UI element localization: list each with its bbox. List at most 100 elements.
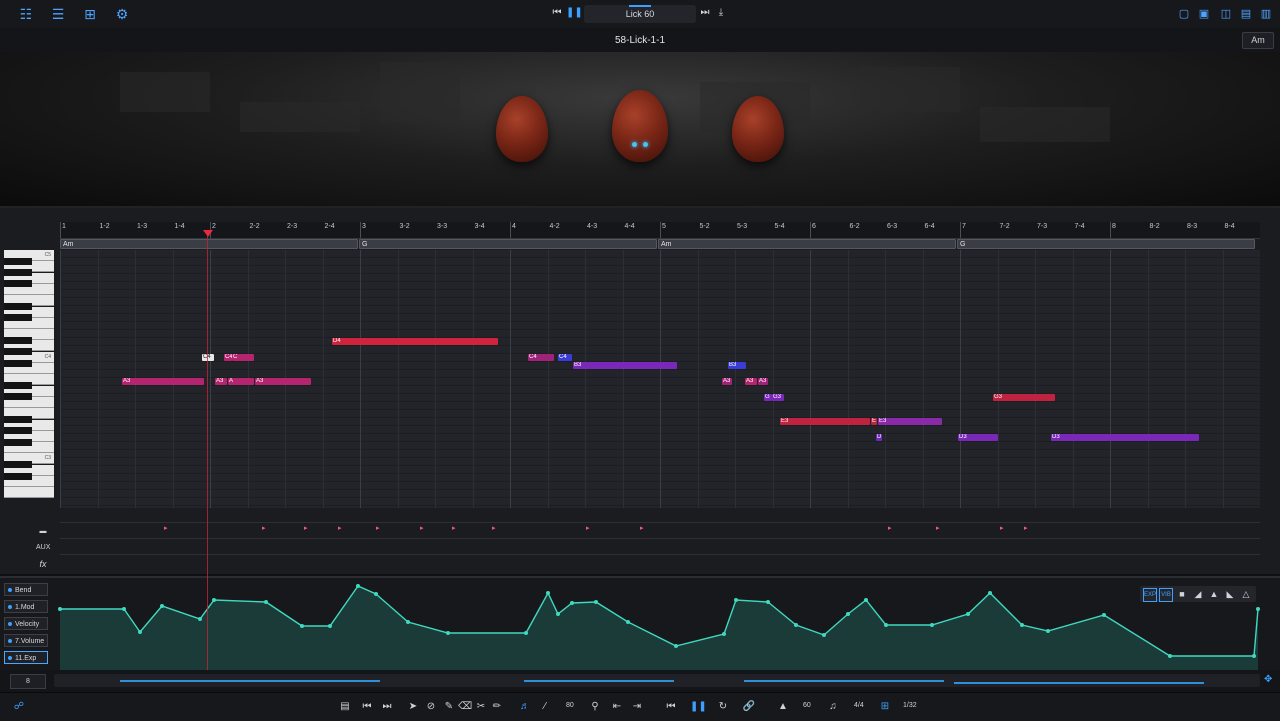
- black-key[interactable]: [4, 382, 32, 390]
- white-key[interactable]: [4, 487, 54, 499]
- square-shape-icon[interactable]: ■: [1176, 588, 1188, 600]
- ramp-shape-icon[interactable]: ◢: [1192, 588, 1204, 600]
- view-4-icon[interactable]: ▤: [1238, 6, 1254, 22]
- midi-note[interactable]: A3: [722, 378, 732, 385]
- pointer-tool-icon[interactable]: ➤: [406, 700, 420, 714]
- metronome-icon[interactable]: ▲: [776, 700, 790, 714]
- rewind-icon[interactable]: ⏮: [664, 700, 678, 714]
- midi-note[interactable]: D4: [332, 338, 498, 345]
- articulation-lane[interactable]: [60, 522, 1260, 538]
- midi-note[interactable]: E: [871, 418, 877, 425]
- midi-note[interactable]: E3: [878, 418, 942, 425]
- midi-note[interactable]: C4: [224, 354, 232, 361]
- curve-point[interactable]: [198, 617, 202, 621]
- curve-point[interactable]: [58, 607, 62, 611]
- next-icon[interactable]: ⏭: [380, 700, 394, 714]
- curve-point[interactable]: [1102, 613, 1106, 617]
- midi-note[interactable]: C: [232, 354, 254, 361]
- midi-note[interactable]: C4: [202, 354, 214, 361]
- vib-tool-button[interactable]: VIB: [1159, 588, 1173, 602]
- lick-name-field[interactable]: Lick 60: [584, 5, 696, 23]
- articulation-marker[interactable]: ▸: [888, 525, 894, 532]
- midi-note[interactable]: D3: [958, 434, 998, 441]
- curve-point[interactable]: [300, 624, 304, 628]
- chord-block[interactable]: G: [957, 239, 1255, 249]
- curve-point[interactable]: [122, 607, 126, 611]
- piano-keyboard[interactable]: C5 C4 C3: [4, 250, 54, 500]
- midi-note[interactable]: A: [228, 378, 254, 385]
- cc-bend-button[interactable]: Bend: [4, 583, 48, 596]
- curve-point[interactable]: [1046, 629, 1050, 633]
- midi-note[interactable]: G: [764, 394, 772, 401]
- eraser-tool-icon[interactable]: ⌫: [458, 700, 472, 714]
- black-key[interactable]: [4, 314, 32, 322]
- brush-tool-icon[interactable]: ✏: [490, 700, 504, 714]
- loop-end-icon[interactable]: ⇥: [630, 700, 644, 714]
- time-signature[interactable]: 4/4: [854, 702, 864, 709]
- curve-point[interactable]: [884, 623, 888, 627]
- overview-scroller[interactable]: [54, 674, 1260, 687]
- curve-point[interactable]: [556, 612, 560, 616]
- tempo-value[interactable]: 80: [566, 702, 574, 709]
- curve-point[interactable]: [1020, 623, 1024, 627]
- curve-point[interactable]: [446, 631, 450, 635]
- black-key[interactable]: [4, 303, 32, 310]
- articulation-marker[interactable]: ▸: [376, 525, 382, 532]
- velocity-line-icon[interactable]: ∕: [538, 700, 552, 714]
- curve-point[interactable]: [356, 584, 360, 588]
- curve-point[interactable]: [930, 623, 934, 627]
- curve-point[interactable]: [264, 600, 268, 604]
- articulation-marker[interactable]: ▸: [164, 525, 170, 532]
- view-5-icon[interactable]: ▥: [1258, 6, 1274, 22]
- lick-menu-icon[interactable]: ▤: [338, 700, 352, 714]
- black-key[interactable]: [4, 280, 32, 288]
- articulation-marker[interactable]: ▸: [586, 525, 592, 532]
- midi-note[interactable]: C4: [528, 354, 554, 361]
- expand-icon[interactable]: ✥: [1264, 674, 1276, 687]
- lane-number-field[interactable]: 8: [10, 674, 46, 689]
- articulation-marker[interactable]: ▸: [936, 525, 942, 532]
- midi-note[interactable]: A3: [745, 378, 757, 385]
- curve-point[interactable]: [570, 601, 574, 605]
- arch-shape-icon[interactable]: ▲: [1208, 588, 1220, 600]
- pause-icon[interactable]: ❚❚: [566, 6, 583, 20]
- black-key[interactable]: [4, 359, 32, 367]
- black-key[interactable]: [4, 348, 32, 356]
- curve-point[interactable]: [406, 620, 410, 624]
- next-lick-icon[interactable]: ⏭: [698, 6, 712, 20]
- black-key[interactable]: [4, 438, 32, 446]
- note-grid[interactable]: D4C4C4CA3A3AA3C4C4B3B3A3A3A3GG3E3EE3DD3D…: [60, 250, 1260, 508]
- grid-value[interactable]: 1/32: [903, 702, 917, 709]
- curve-point[interactable]: [138, 630, 142, 634]
- midi-note[interactable]: A3: [215, 378, 227, 385]
- curve-point[interactable]: [626, 620, 630, 624]
- curve-point[interactable]: [1168, 654, 1172, 658]
- view-2-icon[interactable]: ▣: [1196, 6, 1212, 22]
- loop-icon[interactable]: ↻: [716, 700, 730, 714]
- cc-volume-button[interactable]: 7.Volume: [4, 634, 48, 647]
- curve-point[interactable]: [966, 612, 970, 616]
- curve-point[interactable]: [524, 631, 528, 635]
- pause-button-icon[interactable]: ❚❚: [690, 700, 707, 714]
- exp-tool-button[interactable]: EXP: [1143, 588, 1157, 602]
- articulation-marker[interactable]: ▸: [1000, 525, 1006, 532]
- key-selector-button[interactable]: Am: [1242, 32, 1274, 49]
- curve-point[interactable]: [734, 598, 738, 602]
- pin-icon[interactable]: ⚲: [588, 700, 602, 714]
- black-key[interactable]: [4, 257, 32, 265]
- curve-point[interactable]: [212, 598, 216, 602]
- midi-note[interactable]: C4: [558, 354, 572, 361]
- articulation-marker[interactable]: ▸: [452, 525, 458, 532]
- curve-point[interactable]: [374, 592, 378, 596]
- midi-note[interactable]: A3: [758, 378, 768, 385]
- curve-point[interactable]: [846, 612, 850, 616]
- curve-point[interactable]: [1256, 607, 1260, 611]
- black-key[interactable]: [4, 461, 32, 469]
- articulation-marker[interactable]: ▸: [304, 525, 310, 532]
- curve-point[interactable]: [546, 591, 550, 595]
- articulation-marker[interactable]: ▸: [338, 525, 344, 532]
- black-key[interactable]: [4, 416, 32, 423]
- previous-lick-icon[interactable]: ⏮: [550, 6, 564, 20]
- speaker-icon[interactable]: ♬: [518, 700, 532, 714]
- curve-point[interactable]: [1252, 654, 1256, 658]
